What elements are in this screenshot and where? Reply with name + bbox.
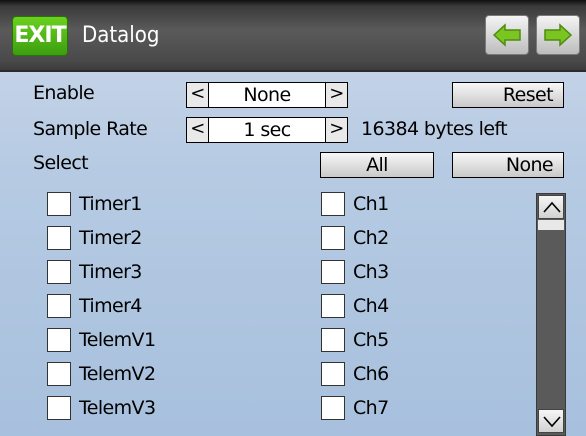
list-item[interactable]: Timer1 <box>47 190 247 218</box>
enable-prev-button[interactable]: < <box>187 83 209 107</box>
list-item-label: TelemV2 <box>79 363 156 385</box>
select-label: Select <box>33 152 89 174</box>
checkbox[interactable] <box>47 260 71 284</box>
list-item-label: Timer1 <box>79 193 142 215</box>
sample-rate-next-button[interactable]: > <box>325 118 347 142</box>
list-item[interactable]: Ch1 <box>321 190 501 218</box>
arrow-left-icon <box>492 23 521 47</box>
checkbox[interactable] <box>47 396 71 420</box>
checkbox[interactable] <box>47 328 71 352</box>
chevron-up-icon <box>543 201 561 213</box>
bytes-left-text: 16384 bytes left <box>361 118 508 140</box>
checkbox[interactable] <box>321 362 345 386</box>
checkbox[interactable] <box>47 362 71 386</box>
checkbox[interactable] <box>47 226 71 250</box>
reset-button[interactable]: Reset <box>452 82 564 108</box>
list-item-label: TelemV1 <box>79 329 156 351</box>
list-item-label: Timer3 <box>79 261 142 283</box>
checkbox[interactable] <box>321 328 345 352</box>
checkbox[interactable] <box>321 260 345 284</box>
scroll-up-button[interactable] <box>538 195 564 219</box>
list-item-label: Ch7 <box>353 397 389 419</box>
list-item-label: Ch4 <box>353 295 389 317</box>
sample-rate-label: Sample Rate <box>33 118 148 140</box>
next-page-button[interactable] <box>536 15 580 55</box>
enable-selector[interactable]: < None > <box>186 82 348 108</box>
list-item[interactable]: Timer4 <box>47 292 247 320</box>
checkbox[interactable] <box>321 192 345 216</box>
chevron-down-icon <box>543 416 561 428</box>
exit-button[interactable]: EXIT <box>12 16 68 56</box>
list-item[interactable]: Ch2 <box>321 224 501 252</box>
select-all-button[interactable]: All <box>320 152 434 178</box>
enable-next-button[interactable]: > <box>325 83 347 107</box>
list-item[interactable]: TelemV1 <box>47 326 247 354</box>
checkbox[interactable] <box>47 192 71 216</box>
scroll-thumb[interactable] <box>538 220 564 230</box>
sample-rate-selector[interactable]: < 1 sec > <box>186 117 348 143</box>
enable-label: Enable <box>33 82 95 104</box>
prev-page-button[interactable] <box>485 15 529 55</box>
list-item[interactable]: Ch3 <box>321 258 501 286</box>
enable-value: None <box>243 84 291 106</box>
list-item[interactable]: Ch4 <box>321 292 501 320</box>
list-item-label: Timer4 <box>79 295 142 317</box>
list-item-label: Timer2 <box>79 227 142 249</box>
list-item-label: Ch3 <box>353 261 389 283</box>
arrow-right-icon <box>544 23 573 47</box>
page-title: Datalog <box>82 23 160 48</box>
checkbox[interactable] <box>321 396 345 420</box>
list-item-label: Ch2 <box>353 227 389 249</box>
sample-rate-prev-button[interactable]: < <box>187 118 209 142</box>
checkbox[interactable] <box>321 226 345 250</box>
list-item-label: Ch1 <box>353 193 389 215</box>
list-item[interactable]: Timer3 <box>47 258 247 286</box>
list-item-label: TelemV3 <box>79 397 156 419</box>
list-item[interactable]: Ch7 <box>321 394 501 422</box>
datalog-screen: EXIT Datalog Enable < None > Reset Sampl… <box>0 0 586 436</box>
list-item[interactable]: Ch5 <box>321 326 501 354</box>
checkbox[interactable] <box>321 294 345 318</box>
checkbox[interactable] <box>47 294 71 318</box>
list-item-label: Ch6 <box>353 363 389 385</box>
list-item[interactable]: TelemV2 <box>47 360 247 388</box>
list-item[interactable]: Ch6 <box>321 360 501 388</box>
scrollbar[interactable] <box>536 193 566 436</box>
list-item-label: Ch5 <box>353 329 389 351</box>
select-none-button[interactable]: None <box>452 152 564 178</box>
sample-rate-value: 1 sec <box>243 119 291 141</box>
list-item[interactable]: TelemV3 <box>47 394 247 422</box>
scroll-down-button[interactable] <box>538 409 564 433</box>
header-bar: EXIT Datalog <box>0 0 586 72</box>
list-item[interactable]: Timer2 <box>47 224 247 252</box>
